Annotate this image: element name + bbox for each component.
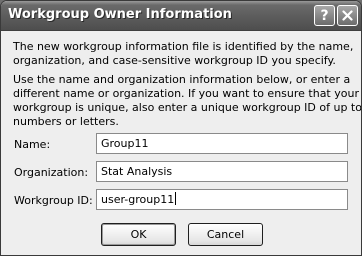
instructions-line: workgroup is unique, also enter a unique… xyxy=(13,101,362,114)
dialog-title: Workgroup Owner Information xyxy=(8,7,232,22)
cancel-button[interactable]: Cancel xyxy=(188,223,263,246)
help-button[interactable]: ? xyxy=(314,5,335,26)
organization-field-value: Stat Analysis xyxy=(101,165,173,178)
instructions-text: Use the name and organization informatio… xyxy=(13,73,362,129)
organization-field[interactable]: Stat Analysis xyxy=(96,161,348,182)
name-field[interactable]: Group11 xyxy=(96,133,348,154)
title-bar[interactable]: Workgroup Owner Information ? xyxy=(1,1,361,31)
workgroup-owner-dialog: Workgroup Owner Information ? The new wo… xyxy=(0,0,362,256)
intro-line: The new workgroup information file is id… xyxy=(13,40,354,53)
ok-button[interactable]: OK xyxy=(101,223,176,246)
intro-text: The new workgroup information file is id… xyxy=(13,40,353,68)
instructions-line: numbers or letters. xyxy=(13,115,119,128)
help-icon: ? xyxy=(320,7,329,24)
workgroup-id-field-value: user-group11 xyxy=(101,193,175,206)
intro-line: organization, and case-sensitive workgro… xyxy=(13,54,336,67)
organization-label: Organization: xyxy=(14,166,89,179)
close-button[interactable] xyxy=(337,5,358,26)
name-label: Name: xyxy=(14,138,51,151)
instructions-line: Use the name and organization informatio… xyxy=(13,73,351,86)
close-icon xyxy=(342,10,353,21)
text-caret xyxy=(175,192,177,205)
workgroup-id-label: Workgroup ID: xyxy=(14,194,93,207)
instructions-line: different name or organization. If you w… xyxy=(13,87,359,100)
workgroup-id-field[interactable]: user-group11 xyxy=(96,189,348,210)
name-field-value: Group11 xyxy=(101,137,149,150)
